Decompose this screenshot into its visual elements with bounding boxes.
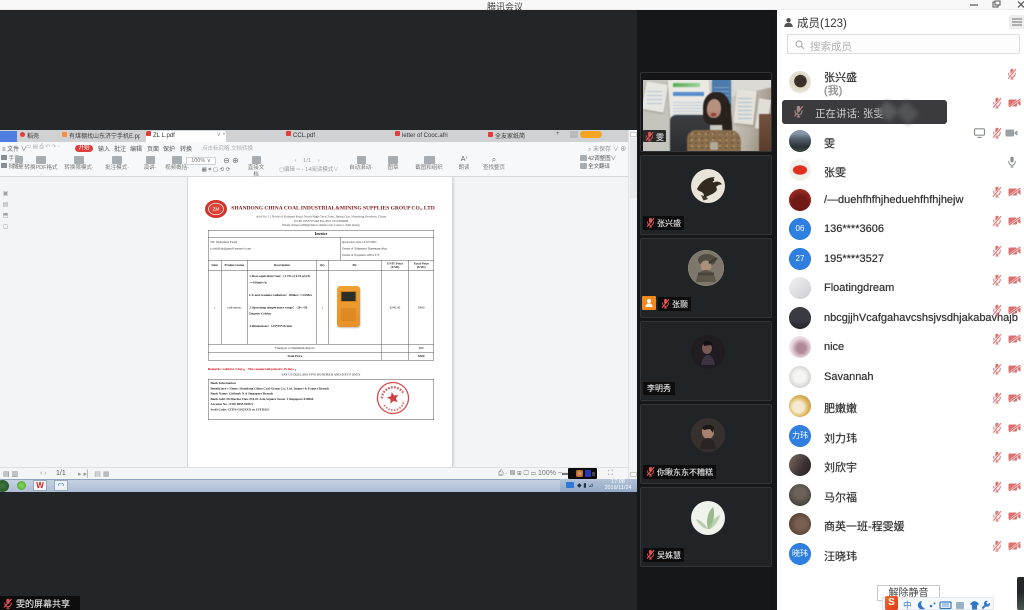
svg-text:ZM: ZM — [213, 207, 220, 212]
